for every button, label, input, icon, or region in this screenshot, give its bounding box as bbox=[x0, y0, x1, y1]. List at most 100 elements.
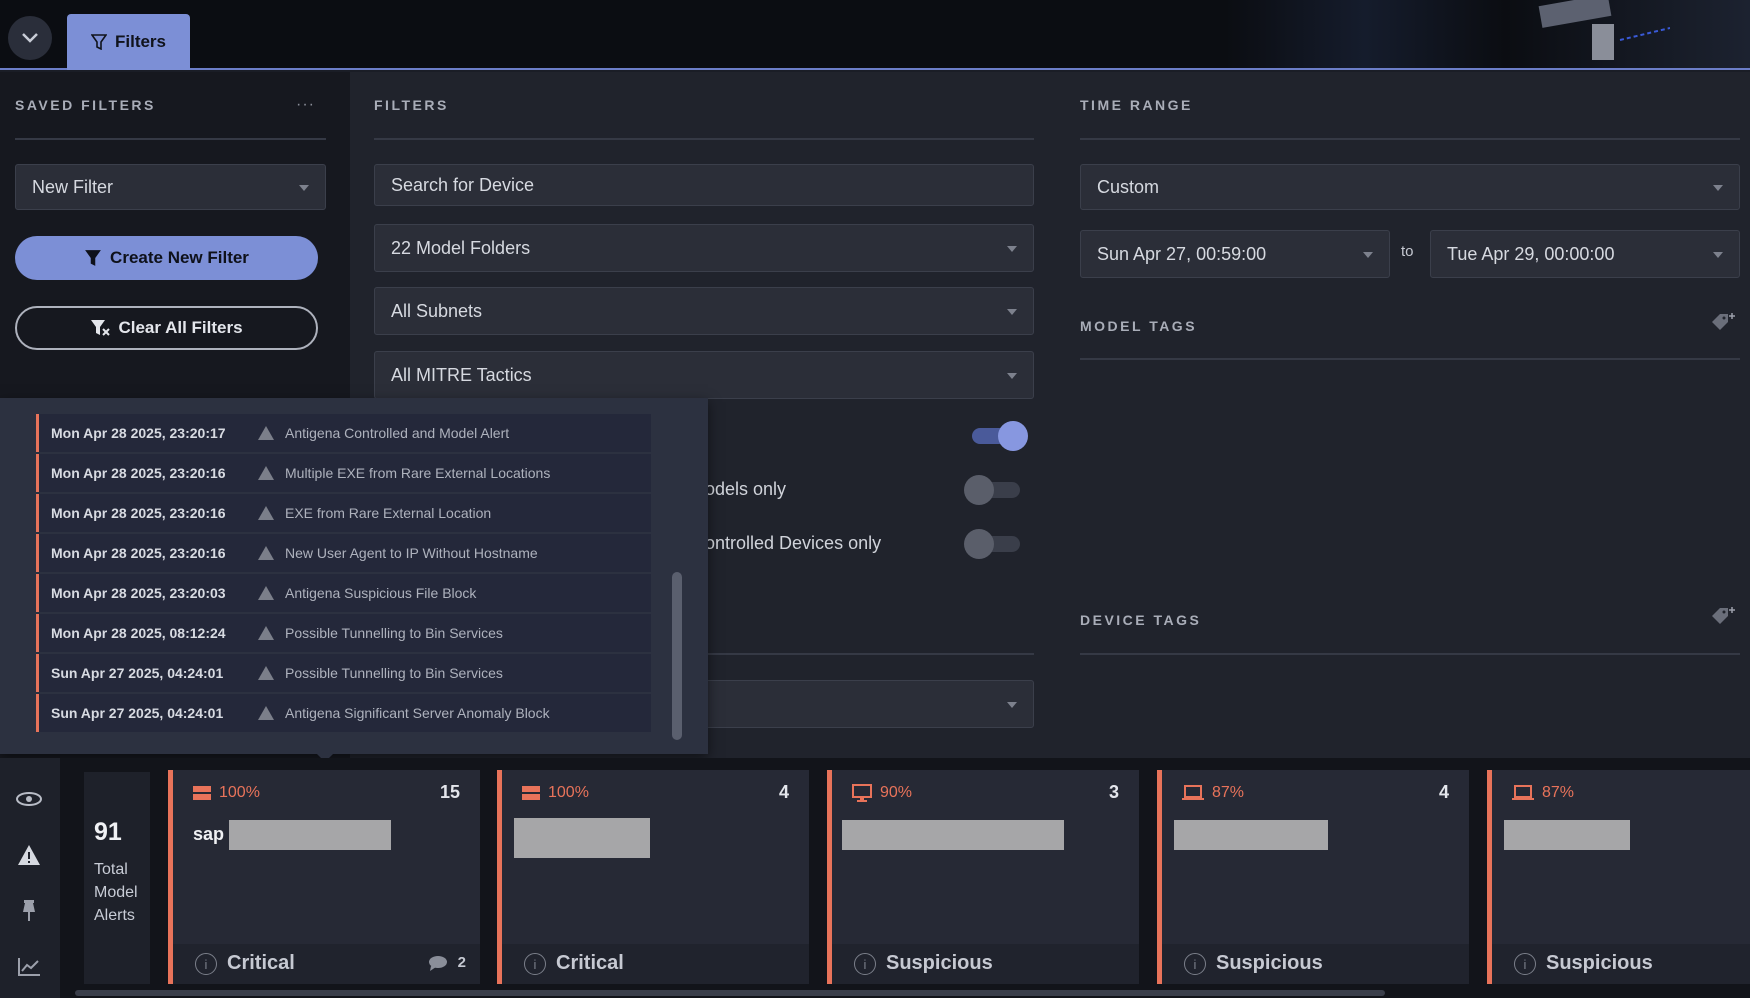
subnets-value: All Subnets bbox=[391, 300, 483, 321]
divider bbox=[1080, 138, 1740, 140]
mitre-tactics-select[interactable]: All MITRE Tactics bbox=[374, 351, 1034, 399]
device-alert-card[interactable]: 87% 4 i Suspicious bbox=[1157, 770, 1469, 984]
score-percent: 87% bbox=[1212, 784, 1245, 801]
warning-icon[interactable] bbox=[14, 840, 44, 870]
caret-down-icon bbox=[1007, 702, 1017, 708]
card-footer: i Suspicious bbox=[1162, 944, 1469, 984]
clear-all-filters-label: Clear All Filters bbox=[118, 318, 243, 337]
create-new-filter-button[interactable]: Create New Filter bbox=[15, 236, 318, 280]
tab-filters-label: Filters bbox=[114, 32, 167, 51]
score-percent: 100% bbox=[219, 784, 260, 801]
time-range-value: Custom bbox=[1097, 176, 1160, 197]
clear-all-filters-button[interactable]: Clear All Filters bbox=[15, 306, 318, 350]
toggle-knob bbox=[964, 529, 994, 559]
device-alert-card[interactable]: 100% 15 sap i Critical 2 bbox=[168, 770, 480, 984]
redacted-device-name bbox=[842, 820, 1064, 850]
divider bbox=[1080, 358, 1740, 360]
eye-icon[interactable] bbox=[14, 784, 44, 814]
extra-filter-select[interactable] bbox=[700, 680, 1034, 728]
device-name: sap bbox=[193, 824, 225, 844]
end-time-select[interactable]: Tue Apr 29, 00:00:00 bbox=[1430, 230, 1740, 278]
warning-icon bbox=[257, 505, 285, 521]
alert-name: EXE from Rare External Location bbox=[285, 505, 492, 521]
alert-list-item[interactable]: Mon Apr 28 2025, 23:20:16 Multiple EXE f… bbox=[36, 454, 651, 492]
device-search-input[interactable]: Search for Device bbox=[374, 164, 1034, 206]
alert-time: Sun Apr 27 2025, 04:24:01 bbox=[51, 665, 224, 681]
warning-icon bbox=[257, 705, 285, 721]
saved-filters-menu-button[interactable]: ··· bbox=[296, 96, 315, 114]
alert-list-item[interactable]: Sun Apr 27 2025, 04:24:01 Antigena Signi… bbox=[36, 694, 651, 732]
device-alert-card[interactable]: 87% i Suspicious bbox=[1487, 770, 1750, 984]
device-alert-card[interactable]: 90% 3 i Suspicious bbox=[827, 770, 1139, 984]
toggle-switch-3[interactable] bbox=[964, 529, 1024, 559]
device-score: 87% bbox=[1512, 784, 1574, 802]
device-score: 90% bbox=[852, 784, 912, 802]
alert-name: Multiple EXE from Rare External Location… bbox=[285, 465, 551, 481]
info-icon[interactable]: i bbox=[854, 953, 876, 975]
caret-down-icon bbox=[299, 185, 309, 191]
info-icon[interactable]: i bbox=[195, 953, 217, 975]
alert-time: Mon Apr 28 2025, 08:12:24 bbox=[51, 625, 226, 641]
score-percent: 87% bbox=[1542, 784, 1575, 801]
info-icon[interactable]: i bbox=[524, 953, 546, 975]
tab-filters[interactable]: Filters bbox=[67, 14, 190, 70]
add-tag-icon[interactable] bbox=[1710, 312, 1736, 336]
caret-down-icon bbox=[1713, 252, 1723, 258]
start-time-select[interactable]: Sun Apr 27, 00:59:00 bbox=[1080, 230, 1390, 278]
filter-icon bbox=[90, 34, 107, 50]
alert-list-item[interactable]: Mon Apr 28 2025, 23:20:16 EXE from Rare … bbox=[36, 494, 651, 532]
divider bbox=[15, 138, 326, 140]
caret-down-icon bbox=[1007, 246, 1017, 252]
alert-list-item[interactable]: Mon Apr 28 2025, 23:20:17 Antigena Contr… bbox=[36, 414, 651, 452]
mitre-tactics-value: All MITRE Tactics bbox=[391, 364, 532, 385]
redacted-device-name bbox=[1504, 820, 1630, 850]
total-label-line: Total bbox=[94, 861, 128, 878]
total-alerts-count: 91 bbox=[94, 818, 122, 846]
caret-down-icon bbox=[1007, 309, 1017, 315]
card-footer: i Suspicious bbox=[832, 944, 1139, 984]
alert-list-item[interactable]: Mon Apr 28 2025, 08:12:24 Possible Tunne… bbox=[36, 614, 651, 652]
toggle-switch-1[interactable] bbox=[968, 421, 1028, 451]
alert-list-item[interactable]: Sun Apr 27 2025, 04:24:01 Possible Tunne… bbox=[36, 654, 651, 692]
end-time-value: Tue Apr 29, 00:00:00 bbox=[1447, 243, 1615, 264]
caret-down-icon bbox=[1363, 252, 1373, 258]
score-percent: 90% bbox=[880, 784, 913, 801]
alert-count: 3 bbox=[1108, 782, 1119, 802]
add-tag-icon[interactable] bbox=[1710, 606, 1736, 630]
collapse-panel-button[interactable] bbox=[8, 16, 52, 60]
caret-down-icon bbox=[1713, 185, 1723, 191]
warning-icon bbox=[257, 545, 285, 561]
server-icon bbox=[193, 786, 211, 800]
satellite-decoration-icon bbox=[1538, 0, 1670, 60]
comment-count: 2 bbox=[457, 954, 466, 971]
warning-icon bbox=[257, 625, 285, 641]
alert-name: Antigena Controlled and Model Alert bbox=[285, 425, 510, 441]
redacted-device-name bbox=[1174, 820, 1328, 850]
subnets-select[interactable]: All Subnets bbox=[374, 287, 1034, 335]
alert-time: Mon Apr 28 2025, 23:20:03 bbox=[51, 585, 226, 601]
chart-icon[interactable] bbox=[14, 952, 44, 982]
divider bbox=[374, 138, 1034, 140]
alert-list-item[interactable]: Mon Apr 28 2025, 23:20:16 New User Agent… bbox=[36, 534, 651, 572]
pin-icon[interactable] bbox=[14, 896, 44, 926]
alert-name: New User Agent to IP Without Hostname bbox=[285, 545, 538, 561]
device-alert-card[interactable]: 100% 4 i Critical bbox=[497, 770, 809, 984]
info-icon[interactable]: i bbox=[1514, 953, 1536, 975]
time-range-select[interactable]: Custom bbox=[1080, 164, 1740, 210]
info-icon[interactable]: i bbox=[1184, 953, 1206, 975]
comments[interactable]: 2 bbox=[428, 954, 466, 971]
cards-scrollbar[interactable] bbox=[75, 990, 1385, 996]
time-range-title: TIME RANGE bbox=[1080, 97, 1193, 113]
alert-list-item[interactable]: Mon Apr 28 2025, 23:20:03 Antigena Suspi… bbox=[36, 574, 651, 612]
model-folders-select[interactable]: 22 Model Folders bbox=[374, 224, 1034, 272]
device-search-placeholder: Search for Device bbox=[391, 174, 535, 195]
alert-time: Mon Apr 28 2025, 23:20:17 bbox=[51, 425, 226, 441]
start-time-value: Sun Apr 27, 00:59:00 bbox=[1097, 243, 1267, 264]
saved-filter-select[interactable]: New Filter bbox=[15, 164, 326, 210]
device-score: 100% bbox=[522, 784, 589, 802]
alert-list-scrollbar[interactable] bbox=[672, 572, 682, 740]
toggle-switch-2[interactable] bbox=[964, 475, 1024, 505]
create-new-filter-label: Create New Filter bbox=[110, 248, 249, 267]
alert-time: Mon Apr 28 2025, 23:20:16 bbox=[51, 505, 226, 521]
total-label-line: Alerts bbox=[94, 907, 135, 924]
